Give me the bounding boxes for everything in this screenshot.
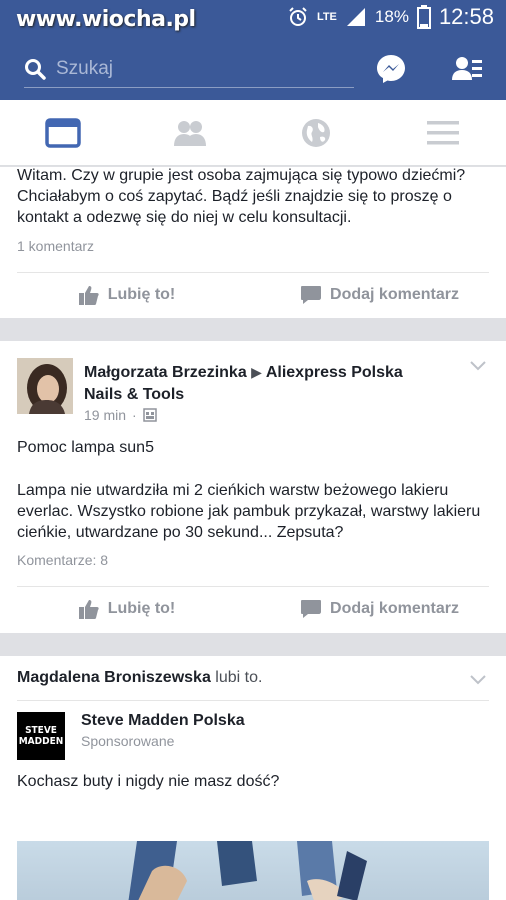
shoes-photo xyxy=(128,841,367,900)
arrow-right-icon: ▶ xyxy=(251,364,266,380)
liker-name[interactable]: Magdalena Broniszewska xyxy=(17,669,211,686)
friend-requests-icon[interactable] xyxy=(450,52,484,86)
chevron-down-icon[interactable] xyxy=(470,361,486,371)
messenger-icon[interactable] xyxy=(374,52,408,86)
tab-bar xyxy=(0,100,506,166)
clock: 12:58 xyxy=(438,4,494,29)
separator-dot: · xyxy=(132,407,137,423)
menu-icon xyxy=(426,120,459,144)
search-icon xyxy=(25,58,46,80)
search-field[interactable] xyxy=(24,50,354,88)
status-icons: LTE 18% 12:58 xyxy=(287,4,494,30)
globe-icon xyxy=(302,118,331,147)
avatar-image xyxy=(17,358,73,414)
logo-text: STEVE xyxy=(25,725,57,736)
comment-count[interactable]: 1 komentarz xyxy=(17,238,94,254)
avatar[interactable] xyxy=(17,358,73,414)
comment-button[interactable]: Dodaj komentarz xyxy=(253,273,506,317)
watermark: www.wiocha.pl xyxy=(16,7,196,32)
comment-icon xyxy=(301,600,322,618)
search-input[interactable] xyxy=(56,57,336,80)
social-context: Magdalena Broniszewska lubi to. xyxy=(17,669,262,687)
comment-icon xyxy=(301,286,322,304)
page-logo[interactable]: STEVE MADDEN xyxy=(17,712,65,760)
friends-icon xyxy=(173,120,206,146)
tab-news-feed[interactable] xyxy=(0,100,127,165)
post-time[interactable]: 19 min xyxy=(84,407,126,423)
news-feed-icon xyxy=(45,117,81,148)
tab-friends[interactable] xyxy=(127,100,254,165)
comment-label: Dodaj komentarz xyxy=(330,600,459,617)
network-label: LTE xyxy=(316,11,337,23)
status-bar: www.wiocha.pl LTE 18% 12:58 xyxy=(0,0,506,34)
top-bar xyxy=(0,34,506,100)
comment-count[interactable]: Komentarze: 8 xyxy=(17,552,108,568)
thumbs-up-icon xyxy=(78,286,99,305)
liker-suffix: lubi to. xyxy=(215,669,263,686)
chevron-down-icon[interactable] xyxy=(470,675,486,685)
post-text: Lampa nie utwardziła mi 2 cieńkich warst… xyxy=(17,482,481,541)
like-label: Lubię to! xyxy=(107,600,176,617)
post-meta: 19 min · xyxy=(84,407,157,423)
tab-menu[interactable] xyxy=(380,100,506,165)
like-button[interactable]: Lubię to! xyxy=(0,587,253,631)
signal-icon xyxy=(346,8,365,26)
tab-notifications[interactable] xyxy=(253,100,380,165)
battery-icon xyxy=(416,5,431,29)
ad-image[interactable] xyxy=(17,841,489,900)
post-title: Pomoc lampa sun5 xyxy=(17,439,154,456)
post-card: Magdalena Broniszewska lubi to. STEVE MA… xyxy=(0,656,506,900)
alarm-icon xyxy=(289,7,307,26)
sponsored-label[interactable]: Sponsorowane xyxy=(81,733,174,749)
logo-text: MADDEN xyxy=(18,736,64,747)
like-label: Lubię to! xyxy=(107,286,176,303)
post-actions: Lubię to! Dodaj komentarz xyxy=(0,273,506,317)
comment-label: Dodaj komentarz xyxy=(330,286,459,303)
comment-button[interactable]: Dodaj komentarz xyxy=(253,587,506,631)
group-privacy-icon xyxy=(142,408,157,422)
battery-percent: 18% xyxy=(374,7,409,26)
post-text: Kochasz buty i nigdy nie masz dość? xyxy=(17,773,280,790)
post-text: Witam. Czy w grupie jest osoba zajmująca… xyxy=(17,167,466,226)
post-card: Małgorzata Brzezinka ▶ Aliexpress Polska… xyxy=(0,341,506,633)
post-actions: Lubię to! Dodaj komentarz xyxy=(0,587,506,631)
divider xyxy=(17,700,489,701)
thumbs-up-icon xyxy=(78,600,99,619)
author-name[interactable]: Małgorzata Brzezinka xyxy=(84,364,247,381)
post-card: Witam. Czy w grupie jest osoba zajmująca… xyxy=(0,167,506,318)
like-button[interactable]: Lubię to! xyxy=(0,273,253,317)
page-name[interactable]: Steve Madden Polska xyxy=(81,712,245,730)
post-header: Małgorzata Brzezinka ▶ Aliexpress Polska… xyxy=(84,361,434,406)
